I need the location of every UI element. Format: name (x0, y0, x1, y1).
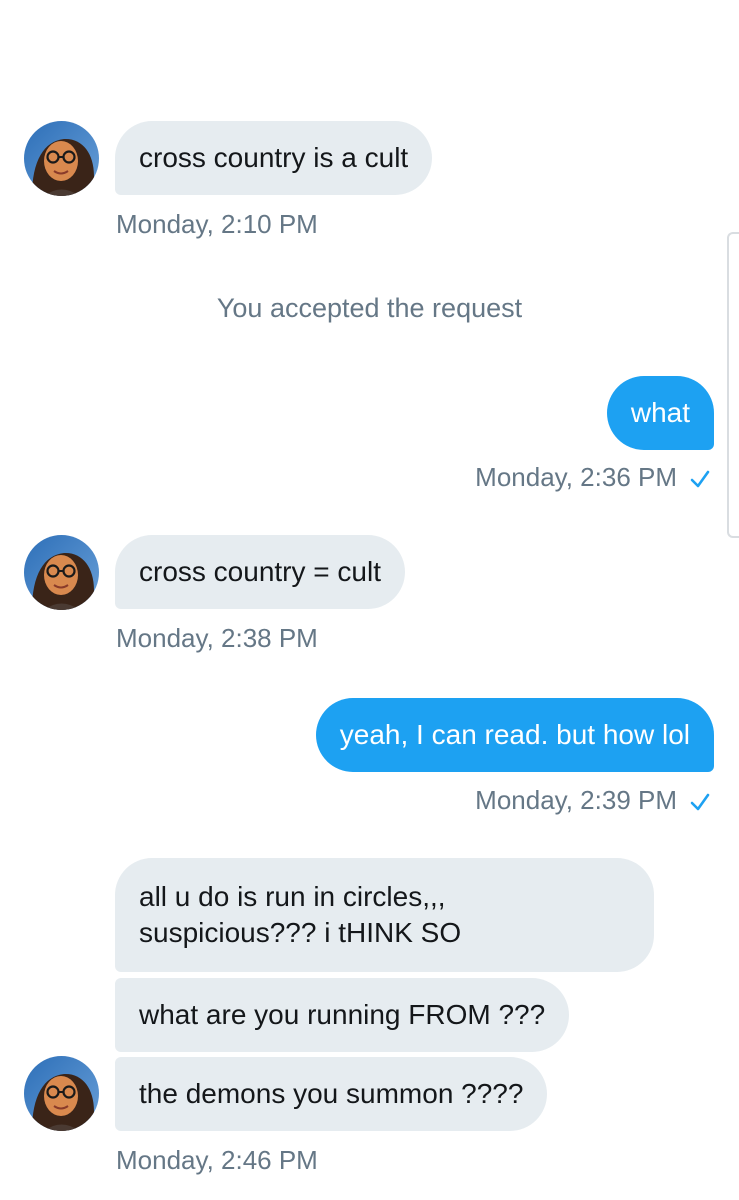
message-timestamp-row: Monday, 2:39 PM (475, 785, 711, 815)
read-check-icon (689, 466, 711, 488)
received-message-bubble[interactable]: cross country is a cult (115, 121, 433, 195)
system-notice: You accepted the request (216, 293, 523, 323)
message-text-line: all u do is run in circles,,, (139, 881, 446, 912)
message-timestamp: Monday, 2:39 PM (475, 785, 677, 815)
message-text: cross country is a cult (139, 142, 409, 173)
sent-message-bubble[interactable]: what (606, 376, 714, 450)
received-message-bubble[interactable]: cross country = cult (115, 535, 405, 609)
received-message-bubble[interactable]: the demons you summon ???? (115, 1057, 548, 1131)
message-timestamp-row: Monday, 2:36 PM (475, 462, 711, 492)
received-message-bubble[interactable]: what are you running FROM ??? (115, 978, 570, 1052)
message-text: cross country = cult (139, 556, 381, 587)
read-check-icon (689, 789, 711, 811)
sent-message-bubble[interactable]: yeah, I can read. but how lol (315, 698, 714, 772)
scrollbar[interactable] (727, 232, 739, 538)
message-text: what are you running FROM ??? (139, 999, 546, 1030)
sender-avatar[interactable] (24, 535, 99, 610)
message-timestamp: Monday, 2:38 PM (116, 623, 318, 653)
received-message-bubble[interactable]: all u do is run in circles,,, suspicious… (115, 858, 654, 972)
message-timestamp: Monday, 2:36 PM (475, 462, 677, 492)
message-timestamp: Monday, 2:10 PM (116, 209, 318, 239)
message-timestamp: Monday, 2:46 PM (116, 1145, 318, 1175)
message-text-line: suspicious??? i tHINK SO (139, 917, 462, 948)
sender-avatar[interactable] (24, 121, 99, 196)
message-text: yeah, I can read. but how lol (339, 719, 690, 750)
message-text: what (630, 397, 690, 428)
sender-avatar[interactable] (24, 1056, 99, 1131)
message-text: the demons you summon ???? (139, 1078, 524, 1109)
